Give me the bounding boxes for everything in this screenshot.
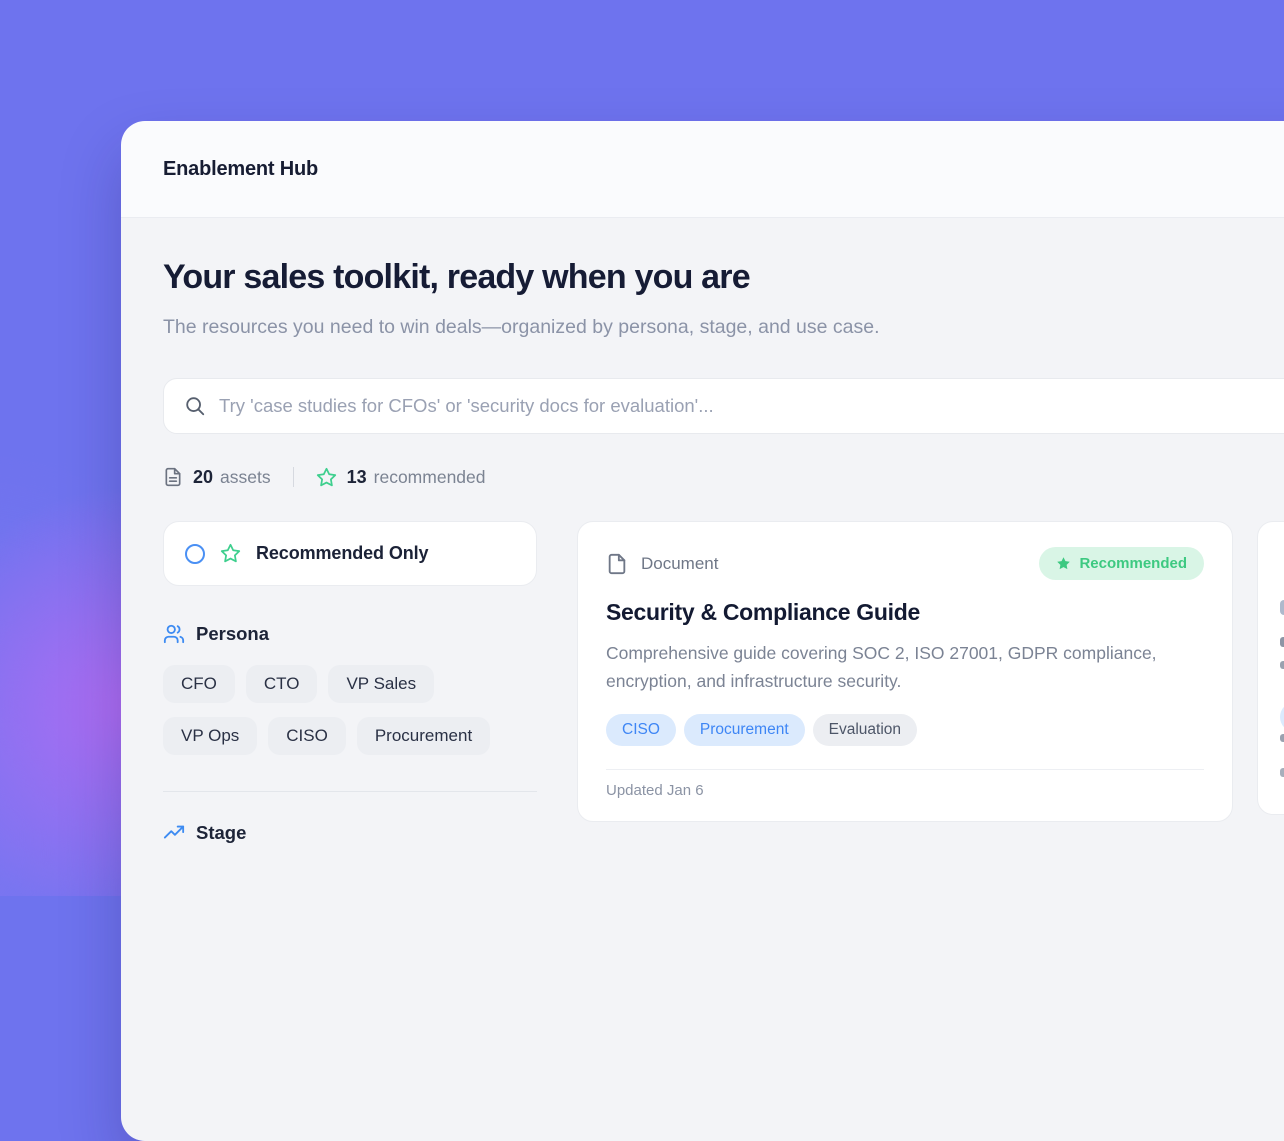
recommended-only-toggle[interactable]: Recommended Only	[163, 521, 537, 586]
star-filled-icon	[1056, 556, 1071, 571]
asset-card-clipped[interactable]	[1257, 521, 1284, 815]
results-summary: 20 assets 13 recommended	[163, 466, 1284, 488]
persona-filter-section: Persona CFO CTO VP Sales VP Ops CISO Pro…	[163, 623, 537, 755]
asset-card-security-compliance-guide[interactable]: Document Recommended Security & Complian…	[577, 521, 1233, 822]
stage-section-label: Stage	[196, 822, 246, 844]
toggle-radio-circle[interactable]	[185, 544, 205, 564]
asset-description: Comprehensive guide covering SOC 2, ISO …	[606, 639, 1191, 695]
star-outline-icon	[220, 543, 241, 564]
asset-updated-date: Updated Jan 6	[606, 782, 1204, 799]
star-outline-icon	[316, 467, 337, 488]
trending-up-icon	[163, 822, 185, 844]
search-input[interactable]	[219, 395, 1284, 417]
assets-count: 20	[193, 467, 213, 488]
window-header: Enablement Hub	[121, 121, 1284, 218]
persona-chip-cfo[interactable]: CFO	[163, 665, 235, 703]
search-bar[interactable]	[163, 378, 1284, 434]
file-text-icon	[163, 466, 183, 488]
persona-chip-vp-ops[interactable]: VP Ops	[163, 717, 257, 755]
clipped-text-fragment	[1280, 734, 1284, 742]
asset-title: Security & Compliance Guide	[606, 599, 1204, 626]
persona-chips: CFO CTO VP Sales VP Ops CISO Procurement	[163, 665, 537, 755]
sidebar-divider	[163, 791, 537, 792]
persona-chip-procurement[interactable]: Procurement	[357, 717, 490, 755]
asset-type-label: Document	[641, 554, 718, 574]
recommended-badge-label: Recommended	[1079, 555, 1187, 572]
enablement-hub-window: Enablement Hub Your sales toolkit, ready…	[121, 121, 1284, 1141]
users-icon	[163, 623, 185, 645]
main-content: Your sales toolkit, ready when you are T…	[121, 218, 1284, 1141]
asset-cards-grid: Document Recommended Security & Complian…	[577, 521, 1284, 844]
assets-label: assets	[220, 467, 271, 488]
search-icon	[184, 395, 206, 417]
recommended-badge: Recommended	[1039, 547, 1204, 580]
persona-chip-cto[interactable]: CTO	[246, 665, 318, 703]
asset-tags: CISO Procurement Evaluation	[606, 714, 1204, 746]
recommended-count: 13	[347, 467, 367, 488]
tag-ciso: CISO	[606, 714, 676, 746]
clipped-tag-pill	[1280, 702, 1284, 732]
filters-sidebar: Recommended Only Persona	[163, 521, 537, 844]
recommended-only-label: Recommended Only	[256, 543, 428, 564]
recommended-label: recommended	[374, 467, 486, 488]
document-icon	[606, 551, 628, 577]
app-title: Enablement Hub	[163, 158, 318, 181]
clipped-text-fragment	[1280, 661, 1284, 669]
persona-chip-ciso[interactable]: CISO	[268, 717, 346, 755]
stats-divider	[293, 467, 294, 487]
stage-filter-section: Stage	[163, 822, 537, 844]
card-footer-divider	[606, 769, 1204, 770]
tag-evaluation: Evaluation	[813, 714, 917, 746]
persona-chip-vp-sales[interactable]: VP Sales	[328, 665, 434, 703]
clipped-type-icon	[1280, 600, 1284, 615]
page-title: Your sales toolkit, ready when you are	[163, 257, 1284, 297]
clipped-updated-fragment	[1280, 768, 1284, 777]
tag-procurement: Procurement	[684, 714, 805, 746]
page-subtitle: The resources you need to win deals—orga…	[163, 310, 981, 344]
clipped-text-fragment	[1280, 637, 1284, 647]
persona-section-label: Persona	[196, 623, 269, 645]
